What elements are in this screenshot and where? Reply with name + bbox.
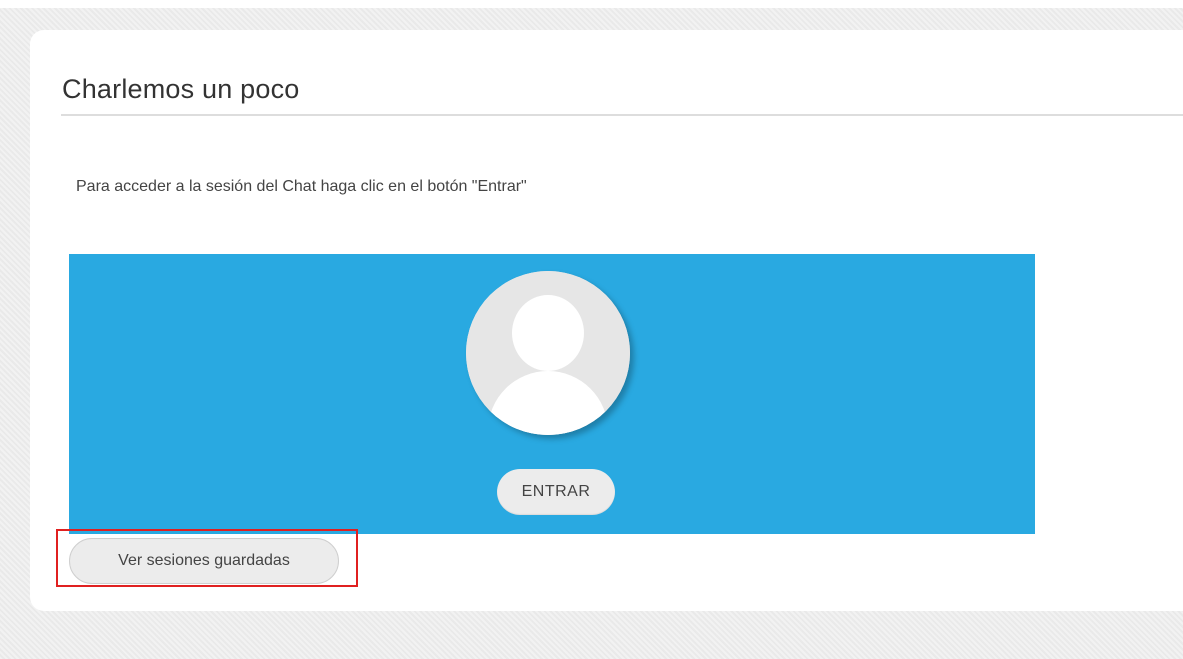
title-divider <box>61 114 1183 116</box>
saved-sessions-button[interactable]: Ver sesiones guardadas <box>69 538 339 584</box>
avatar-silhouette <box>466 271 630 435</box>
chat-card: Charlemos un poco Para acceder a la sesi… <box>30 30 1183 611</box>
chat-entry-panel: ENTRAR <box>69 254 1035 534</box>
page-title: Charlemos un poco <box>62 74 300 104</box>
chat-instruction: Para acceder a la sesión del Chat haga c… <box>76 178 527 195</box>
user-placeholder-icon <box>466 271 630 435</box>
enter-chat-button[interactable]: ENTRAR <box>497 469 615 515</box>
